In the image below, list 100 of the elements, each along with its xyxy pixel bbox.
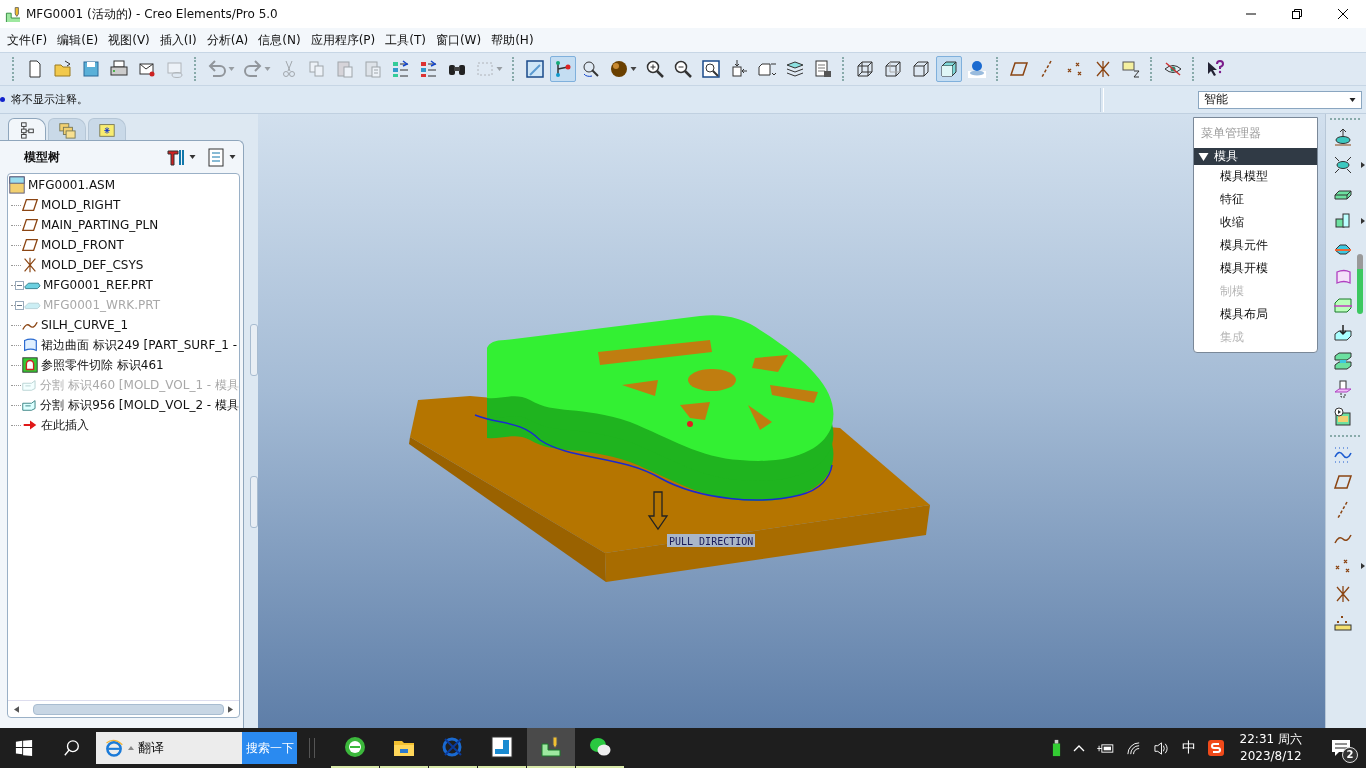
mail-link-icon xyxy=(165,59,185,79)
splitter-handle[interactable] xyxy=(250,324,258,376)
view-window-icon xyxy=(525,59,545,79)
search-icon xyxy=(63,739,81,757)
menu-item[interactable]: 应用程序(P) xyxy=(305,31,381,49)
tree-item[interactable]: MFG0001_REF.PRT xyxy=(43,278,153,292)
taskbar-app-button[interactable] xyxy=(527,728,575,768)
flyout-arrow-icon[interactable] xyxy=(1361,563,1365,569)
undo-icon xyxy=(207,59,227,79)
right-arrow-icon xyxy=(228,705,233,713)
usb-icon[interactable] xyxy=(1051,739,1061,757)
message-text: 将不显示注释。 xyxy=(10,92,88,107)
search-text: 翻译 xyxy=(138,739,164,757)
tree-item[interactable]: MOLD_RIGHT xyxy=(41,198,121,212)
menu-manager-item[interactable]: 收缩 xyxy=(1194,211,1317,234)
navigator-tab[interactable] xyxy=(88,118,126,141)
caret-icon xyxy=(496,67,503,71)
input-method-indicator[interactable]: 中 xyxy=(1181,739,1196,757)
tree-item[interactable]: 在此插入 xyxy=(41,416,89,434)
tree-item[interactable]: 裙边曲面 标识249 [PART_SURF_1 - xyxy=(41,336,238,354)
left-arrow-icon xyxy=(14,705,19,713)
tree-item[interactable]: MOLD_DEF_CSYS xyxy=(41,258,144,272)
clock-time[interactable]: 22:31 周六 xyxy=(1239,731,1302,748)
menu-manager-item[interactable]: 模具元件 xyxy=(1194,234,1317,257)
filter-dropdown[interactable]: 智能 xyxy=(1198,90,1362,109)
tree-item[interactable]: MFG0001.ASM xyxy=(28,178,116,192)
volume-icon xyxy=(1333,323,1353,343)
tools-icon xyxy=(166,147,186,167)
chevron-up-icon[interactable] xyxy=(1072,744,1085,752)
menu-section-header[interactable]: 模具 xyxy=(1194,148,1317,165)
sketch-curve-icon xyxy=(1333,444,1353,464)
stack-icon xyxy=(1333,351,1353,371)
tree-item[interactable]: SILH_CURVE_1 xyxy=(41,318,129,332)
copy-icon xyxy=(307,59,327,79)
app-icon xyxy=(4,6,20,22)
annotation-icon xyxy=(1121,59,1141,79)
windows-icon xyxy=(15,739,33,757)
tree-item[interactable]: MOLD_FRONT xyxy=(41,238,124,252)
volume-icon[interactable] xyxy=(1152,740,1170,756)
pull-direction-arrow xyxy=(647,491,669,531)
splitter-handle[interactable] xyxy=(250,476,258,528)
caret-icon xyxy=(128,746,134,750)
menu-manager-item[interactable]: 模具模型 xyxy=(1194,165,1317,188)
menu-item[interactable]: 工具(T) xyxy=(380,31,431,49)
menu-manager-item[interactable]: 特征 xyxy=(1194,188,1317,211)
connector-button[interactable] xyxy=(550,56,576,82)
menu-item[interactable]: 帮助(H) xyxy=(486,31,539,49)
tree-item[interactable]: MAIN_PARTING_PLN xyxy=(41,218,159,232)
pin-icon xyxy=(1333,379,1353,399)
menu-item[interactable]: 分析(A) xyxy=(201,31,254,49)
browser-icon xyxy=(343,735,367,759)
menu-item[interactable]: 插入(I) xyxy=(154,31,202,49)
menu-manager-title: 菜单管理器 xyxy=(1200,125,1262,142)
horizontal-scrollbar[interactable] xyxy=(8,700,239,717)
search-field[interactable]: 翻译 xyxy=(96,732,242,764)
notification-count: 2 xyxy=(1342,747,1358,763)
tree-item[interactable]: 分割 标识956 [MOLD_VOL_2 - 模具 xyxy=(40,396,239,414)
wifi-icon[interactable] xyxy=(1125,740,1141,756)
help-icon xyxy=(1205,59,1225,79)
save-icon xyxy=(81,59,101,79)
panel-title: 模型树 xyxy=(24,148,60,166)
menu-manager-item[interactable]: 模具布局 xyxy=(1194,303,1317,326)
menu-item[interactable]: 窗口(W) xyxy=(430,31,487,49)
caret-icon xyxy=(1349,97,1356,102)
ejector-icon xyxy=(1333,407,1353,427)
hidden-line-icon xyxy=(883,59,903,79)
scale-icon xyxy=(1333,155,1353,175)
caret-icon xyxy=(630,67,637,71)
browser-icon xyxy=(104,738,124,758)
menu-manager-item[interactable]: 模具开模 xyxy=(1194,257,1317,280)
connector-icon xyxy=(553,59,573,79)
caret-icon xyxy=(264,67,271,71)
flyout-arrow-icon[interactable] xyxy=(1361,218,1365,224)
shaded-icon xyxy=(939,59,959,79)
folders-icon xyxy=(58,121,76,139)
shaded-button[interactable] xyxy=(936,56,962,82)
datum-plane-icon xyxy=(1333,472,1353,492)
window-title: MFG0001 (活动的) - Creo Elements/Pro 5.0 xyxy=(26,5,278,23)
menu-item[interactable]: 信息(N) xyxy=(253,31,306,49)
select-box-icon xyxy=(475,59,495,79)
triangle-icon xyxy=(1198,152,1209,161)
zoom-in-icon xyxy=(645,59,665,79)
expand-toggle[interactable] xyxy=(15,280,24,290)
cad-app-icon xyxy=(539,735,563,759)
menu-item[interactable]: 编辑(E) xyxy=(52,31,104,49)
close-icon xyxy=(1338,9,1348,19)
zoom-out-icon xyxy=(673,59,693,79)
tree-item[interactable]: 参照零件切除 标识461 xyxy=(41,356,164,374)
spin-center-icon xyxy=(581,59,601,79)
flyout-arrow-icon[interactable] xyxy=(1361,162,1365,168)
menu-item[interactable]: 视图(V) xyxy=(103,31,155,49)
navigator-tab[interactable] xyxy=(8,118,46,141)
search-submit-button[interactable]: 搜索一下 xyxy=(242,732,297,764)
hide-eye-icon xyxy=(1163,59,1183,79)
battery-icon[interactable] xyxy=(1096,742,1114,754)
redo-icon xyxy=(243,59,263,79)
clock-date[interactable]: 2023/8/12 xyxy=(1240,748,1302,765)
menu-item[interactable]: 文件(F) xyxy=(2,31,53,49)
sogou-icon[interactable] xyxy=(1207,740,1224,756)
print-icon xyxy=(109,59,129,79)
